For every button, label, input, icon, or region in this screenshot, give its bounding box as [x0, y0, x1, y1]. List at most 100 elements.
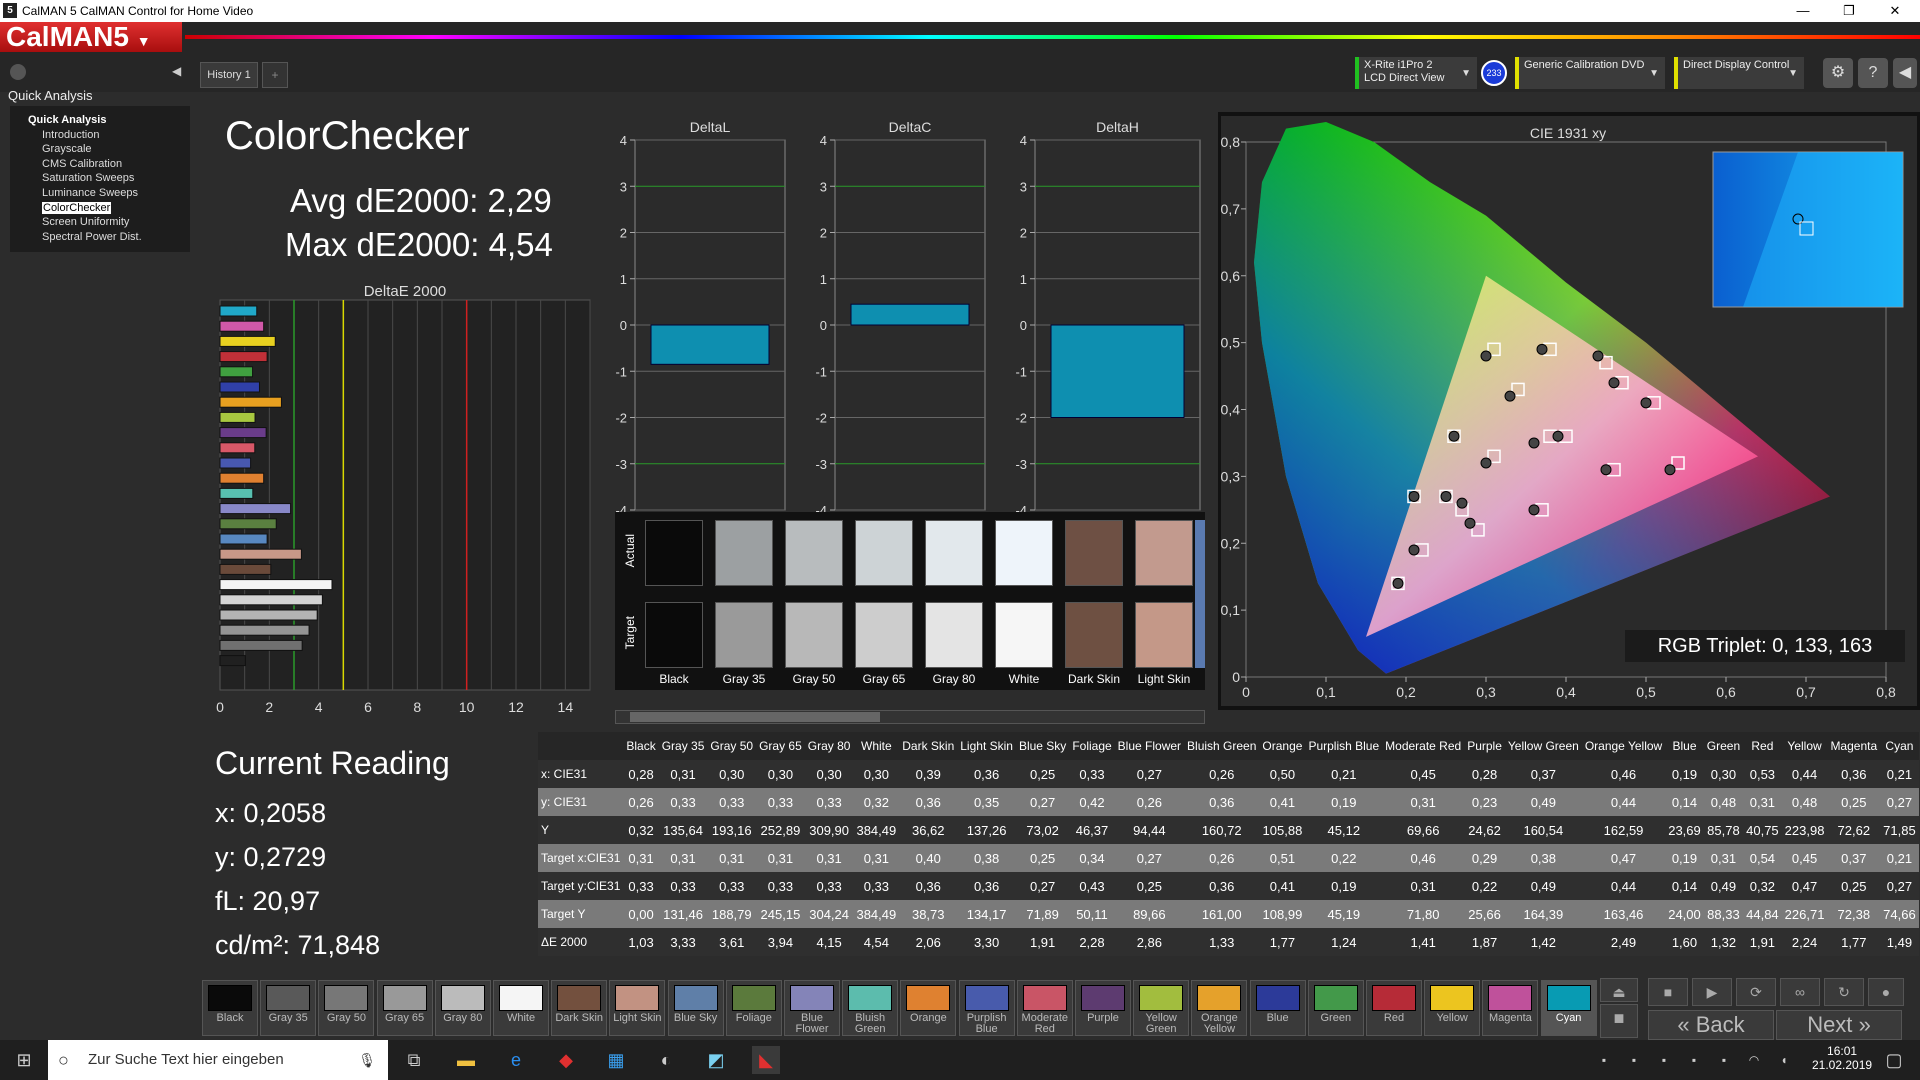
clock[interactable]: 16:01 21.02.2019: [1812, 1044, 1872, 1072]
deltae-bar: [219, 563, 272, 575]
add-tab-button[interactable]: +: [262, 62, 288, 88]
table-cell: 0,19: [1665, 844, 1704, 872]
store-icon[interactable]: ▦: [602, 1046, 630, 1074]
sidebar-item-spectral[interactable]: Spectral Power Dist.: [42, 231, 142, 243]
row-label: x: CIE31: [538, 760, 624, 788]
swatch-button[interactable]: Gray 65: [376, 980, 433, 1036]
next-button[interactable]: Next »: [1776, 1010, 1902, 1040]
sidebar-item-saturation[interactable]: Saturation Sweeps: [42, 172, 134, 184]
back-button[interactable]: « Back: [1648, 1010, 1774, 1040]
swatch-button[interactable]: White: [493, 980, 549, 1036]
tray-icon-4[interactable]: ▪: [1680, 1046, 1708, 1074]
nav-group-title[interactable]: Quick Analysis: [28, 114, 106, 126]
cie-chart: CIE 1931 xy 0,8 0,7 0,6 0,5 0,4 0,3 0,2 0,1 00 0,…: [1218, 112, 1920, 710]
collapse-arrow-icon[interactable]: ◀: [172, 64, 181, 78]
scroll-thumb[interactable]: [630, 712, 880, 722]
swatch-button[interactable]: Gray 80: [434, 980, 491, 1036]
swatch-button[interactable]: Bluish Green: [842, 980, 899, 1036]
sidebar-item-colorchecker[interactable]: ColorChecker: [42, 202, 112, 214]
swatch-chip: [382, 985, 427, 1011]
measured-point: [1528, 437, 1540, 449]
tray-icon-2[interactable]: ▪: [1620, 1046, 1648, 1074]
stop-icon[interactable]: ■: [1600, 1004, 1638, 1038]
sidebar-item-luminance[interactable]: Luminance Sweeps: [42, 187, 138, 199]
volume-icon[interactable]: ◖: [1770, 1046, 1798, 1074]
meter-selector[interactable]: X-Rite i1Pro 2 LCD Direct View ▼: [1355, 57, 1477, 89]
record-icon[interactable]: [10, 64, 26, 80]
maximize-button[interactable]: ❐: [1826, 0, 1872, 22]
app-icon-2[interactable]: ◐: [652, 1046, 680, 1074]
read-continuous-icon[interactable]: ⟳: [1736, 978, 1776, 1006]
sidebar-item-cms[interactable]: CMS Calibration: [42, 158, 122, 170]
close-button[interactable]: ✕: [1872, 0, 1918, 22]
swatch-button[interactable]: Purplish Blue: [958, 980, 1015, 1036]
tick-label: 0,8: [1876, 684, 1896, 700]
file-explorer-icon[interactable]: ▬: [452, 1046, 480, 1074]
swatch-button[interactable]: Red: [1366, 980, 1422, 1036]
settings-gear-icon[interactable]: ⚙: [1823, 58, 1853, 88]
swatch-scrollbar[interactable]: [615, 710, 1205, 724]
swatch-button[interactable]: Orange: [900, 980, 957, 1036]
deltae-bar: [219, 655, 246, 667]
wifi-icon[interactable]: ◠: [1740, 1046, 1768, 1074]
meter-badge[interactable]: 233: [1481, 60, 1507, 86]
swatch-chip: [1255, 985, 1300, 1011]
target-label: Target: [623, 616, 637, 650]
chevron-down-icon: ▼: [136, 33, 151, 49]
microphone-icon[interactable]: 🎙: [358, 1040, 376, 1080]
table-cell: 0,32: [623, 816, 659, 844]
table-cell: 1,77: [1259, 928, 1306, 956]
measured-point: [1528, 504, 1540, 516]
calman-taskbar-icon[interactable]: ◣: [752, 1046, 780, 1074]
notifications-icon[interactable]: ▢: [1880, 1046, 1908, 1074]
help-icon[interactable]: ?: [1858, 58, 1888, 88]
swatch-button[interactable]: Gray 50: [318, 980, 375, 1036]
swatch-button[interactable]: Blue: [1249, 980, 1306, 1036]
app-icon-3[interactable]: ◩: [702, 1046, 730, 1074]
target-swatch: [1135, 602, 1193, 668]
sidebar-item-introduction[interactable]: Introduction: [42, 129, 99, 141]
swatch-button[interactable]: Dark Skin: [551, 980, 608, 1036]
table-cell: 0,25: [1114, 872, 1185, 900]
tray-icon-3[interactable]: ▪: [1650, 1046, 1678, 1074]
deltae-bar: [219, 320, 265, 332]
swatch-button[interactable]: Black: [202, 980, 258, 1036]
display-selector[interactable]: Direct Display Control ▼: [1674, 57, 1804, 89]
loop-icon[interactable]: ∞: [1780, 978, 1820, 1006]
record-dot-icon[interactable]: ●: [1868, 978, 1904, 1006]
swatch-button[interactable]: Foliage: [725, 980, 782, 1036]
windows-start-icon[interactable]: ⊞: [10, 1046, 38, 1074]
swatch-button[interactable]: Cyan: [1540, 980, 1597, 1036]
app-icon-1[interactable]: ◆: [552, 1046, 580, 1074]
tray-icon-5[interactable]: ▪: [1710, 1046, 1738, 1074]
refresh-icon[interactable]: ↻: [1824, 978, 1864, 1006]
sidebar-item-uniformity[interactable]: Screen Uniformity: [42, 216, 129, 228]
collapse-right-icon[interactable]: ◀: [1893, 58, 1917, 88]
swatch-label: White: [1008, 672, 1040, 686]
stop-measure-icon[interactable]: ■: [1648, 978, 1688, 1006]
eject-icon[interactable]: ⏏: [1600, 978, 1638, 1002]
tick-label: -2: [1015, 411, 1027, 426]
source-selector[interactable]: Generic Calibration DVD ▼: [1515, 57, 1665, 89]
swatch-button[interactable]: Light Skin: [609, 980, 666, 1036]
swatch-button[interactable]: Blue Flower: [784, 980, 840, 1036]
swatch-button[interactable]: Blue Sky: [667, 980, 724, 1036]
calman-logo[interactable]: CalMAN5 ▼: [0, 22, 182, 52]
minimize-button[interactable]: —: [1780, 0, 1826, 22]
swatch-button[interactable]: Gray 35: [260, 980, 317, 1036]
edge-icon[interactable]: e: [502, 1046, 530, 1074]
swatch-button[interactable]: Green: [1307, 980, 1364, 1036]
swatch-button[interactable]: Yellow: [1424, 980, 1481, 1036]
swatch-button[interactable]: Magenta: [1482, 980, 1539, 1036]
tray-icons[interactable]: ▪: [1590, 1046, 1618, 1074]
swatch-button[interactable]: Orange Yellow: [1191, 980, 1248, 1036]
taskbar-search[interactable]: ○ Zur Suche Text hier eingeben 🎙: [48, 1040, 388, 1080]
tab-history-1[interactable]: History 1: [200, 62, 258, 88]
task-view-icon[interactable]: ⧉: [400, 1046, 428, 1074]
swatch-button[interactable]: Moderate Red: [1016, 980, 1073, 1036]
sidebar-item-grayscale[interactable]: Grayscale: [42, 143, 92, 155]
play-icon[interactable]: ▶: [1692, 978, 1732, 1006]
swatch-button[interactable]: Yellow Green: [1133, 980, 1190, 1036]
swatch-button[interactable]: Purple: [1075, 980, 1131, 1036]
table-cell: 2,06: [899, 928, 958, 956]
